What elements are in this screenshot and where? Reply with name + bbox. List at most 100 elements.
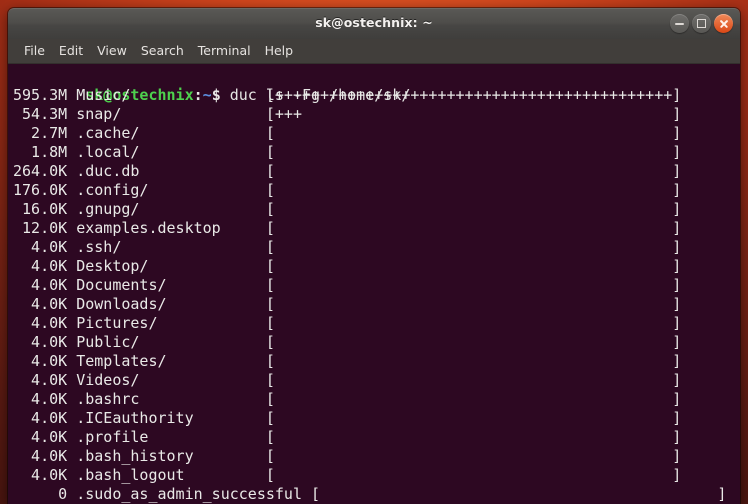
terminal-output-row: 4.0K Desktop/ [ ] [8, 257, 740, 276]
entry-size: 4.0K [13, 352, 68, 370]
terminal-output-row: 4.0K .profile [ ] [8, 428, 740, 447]
entry-size: 4.0K [13, 371, 68, 389]
menu-item-view[interactable]: View [90, 42, 134, 60]
entry-size: 595.3M [13, 86, 68, 104]
entry-usage-bar: [ ] [265, 352, 682, 370]
entry-size: 264.0K [13, 162, 68, 180]
entry-usage-bar: [ ] [265, 371, 682, 389]
entry-size: 1.8M [13, 143, 68, 161]
entry-size: 4.0K [13, 314, 68, 332]
entry-usage-bar: [ ] [265, 181, 682, 199]
terminal-output-row: 4.0K .bash_logout [ ] [8, 466, 740, 485]
entry-size: 4.0K [13, 428, 68, 446]
terminal-output-row: 595.3M Music/ [+++++++++++++++++++++++++… [8, 86, 740, 105]
entry-usage-bar: [+++ ] [265, 105, 682, 123]
entry-size: 4.0K [13, 257, 68, 275]
entry-usage-bar: [ ] [265, 390, 682, 408]
entry-name: Desktop/ [67, 257, 266, 275]
entry-usage-bar: [ ] [265, 219, 682, 237]
maximize-icon [697, 19, 706, 28]
terminal-output-row: 4.0K .bashrc [ ] [8, 390, 740, 409]
menu-item-terminal[interactable]: Terminal [191, 42, 258, 60]
entry-name: .config/ [67, 181, 266, 199]
terminal-output-row: 264.0K .duc.db [ ] [8, 162, 740, 181]
entry-name: .bash_history [67, 447, 266, 465]
entry-size: 4.0K [13, 276, 68, 294]
entry-name: Music/ [67, 86, 266, 104]
terminal-output-row: 4.0K .bash_history [ ] [8, 447, 740, 466]
terminal-output-row: 4.0K Public/ [ ] [8, 333, 740, 352]
entry-name: .sudo_as_admin_successful [67, 485, 312, 503]
terminal-window: sk@ostechnix: ~ File Edit View Search Te… [8, 8, 740, 504]
minimize-icon [675, 23, 684, 25]
entry-size: 4.0K [13, 447, 68, 465]
entry-usage-bar: [ ] [265, 409, 682, 427]
entry-size: 4.0K [13, 390, 68, 408]
maximize-button[interactable] [692, 14, 711, 33]
entry-size: 12.0K [13, 219, 68, 237]
terminal-output-row: 4.0K .ICEauthority [ ] [8, 409, 740, 428]
entry-usage-bar: [ ] [311, 485, 727, 503]
terminal-output-row: 1.8M .local/ [ ] [8, 143, 740, 162]
entry-usage-bar: [ ] [265, 124, 682, 142]
entry-size: 4.0K [13, 295, 68, 313]
entry-usage-bar: [ ] [265, 200, 682, 218]
entry-name: .duc.db [67, 162, 266, 180]
terminal-output-row: 4.0K .ssh/ [ ] [8, 238, 740, 257]
terminal-screen[interactable]: sk@ostechnix:~$ duc ls -Fg /home/sk/ 595… [8, 64, 740, 504]
entry-size: 54.3M [13, 105, 68, 123]
menubar: File Edit View Search Terminal Help [8, 39, 740, 64]
terminal-output-row: 2.7M .cache/ [ ] [8, 124, 740, 143]
entry-usage-bar: [ ] [265, 162, 682, 180]
entry-name: Downloads/ [67, 295, 266, 313]
window-title: sk@ostechnix: ~ [315, 15, 433, 30]
terminal-output-row: 4.0K Documents/ [ ] [8, 276, 740, 295]
menu-item-help[interactable]: Help [258, 42, 301, 60]
entry-name: .local/ [67, 143, 266, 161]
window-titlebar[interactable]: sk@ostechnix: ~ [8, 8, 740, 39]
entry-name: .bash_logout [67, 466, 266, 484]
entry-usage-bar: [ ] [265, 466, 682, 484]
entry-size: 176.0K [13, 181, 68, 199]
entry-size: 4.0K [13, 466, 68, 484]
entry-usage-bar: [ ] [265, 295, 682, 313]
terminal-output-row: 54.3M snap/ [+++ ] [8, 105, 740, 124]
entry-name: Documents/ [67, 276, 266, 294]
entry-usage-bar: [ ] [265, 143, 682, 161]
terminal-output: 595.3M Music/ [+++++++++++++++++++++++++… [8, 86, 740, 504]
terminal-output-row: 4.0K Videos/ [ ] [8, 371, 740, 390]
entry-name: .ICEauthority [67, 409, 266, 427]
entry-usage-bar: [+++++++++++++++++++++++++++++++++++++++… [265, 86, 682, 104]
entry-size: 4.0K [13, 409, 68, 427]
entry-usage-bar: [ ] [265, 447, 682, 465]
terminal-output-row: 12.0K examples.desktop [ ] [8, 219, 740, 238]
entry-usage-bar: [ ] [265, 238, 682, 256]
minimize-button[interactable] [670, 14, 689, 33]
entry-size: 4.0K [13, 238, 68, 256]
terminal-output-row: 4.0K Downloads/ [ ] [8, 295, 740, 314]
entry-name: .bashrc [67, 390, 266, 408]
entry-size: 0 [13, 485, 68, 503]
menu-item-edit[interactable]: Edit [52, 42, 90, 60]
entry-usage-bar: [ ] [265, 276, 682, 294]
entry-usage-bar: [ ] [265, 257, 682, 275]
entry-usage-bar: [ ] [265, 428, 682, 446]
window-controls [670, 14, 733, 33]
entry-size: 4.0K [13, 333, 68, 351]
entry-name: Templates/ [67, 352, 266, 370]
desktop-background: sk@ostechnix: ~ File Edit View Search Te… [0, 0, 748, 504]
menu-item-file[interactable]: File [17, 42, 52, 60]
close-button[interactable] [714, 14, 733, 33]
entry-usage-bar: [ ] [265, 314, 682, 332]
entry-name: snap/ [67, 105, 266, 123]
entry-name: .ssh/ [67, 238, 266, 256]
menu-item-search[interactable]: Search [134, 42, 191, 60]
entry-name: Pictures/ [67, 314, 266, 332]
terminal-output-row: 4.0K Pictures/ [ ] [8, 314, 740, 333]
terminal-output-row: 176.0K .config/ [ ] [8, 181, 740, 200]
entry-size: 2.7M [13, 124, 68, 142]
entry-size: 16.0K [13, 200, 68, 218]
entry-name: .gnupg/ [67, 200, 266, 218]
entry-name: examples.desktop [67, 219, 266, 237]
terminal-output-row: 0 .sudo_as_admin_successful [ ] [8, 485, 740, 504]
